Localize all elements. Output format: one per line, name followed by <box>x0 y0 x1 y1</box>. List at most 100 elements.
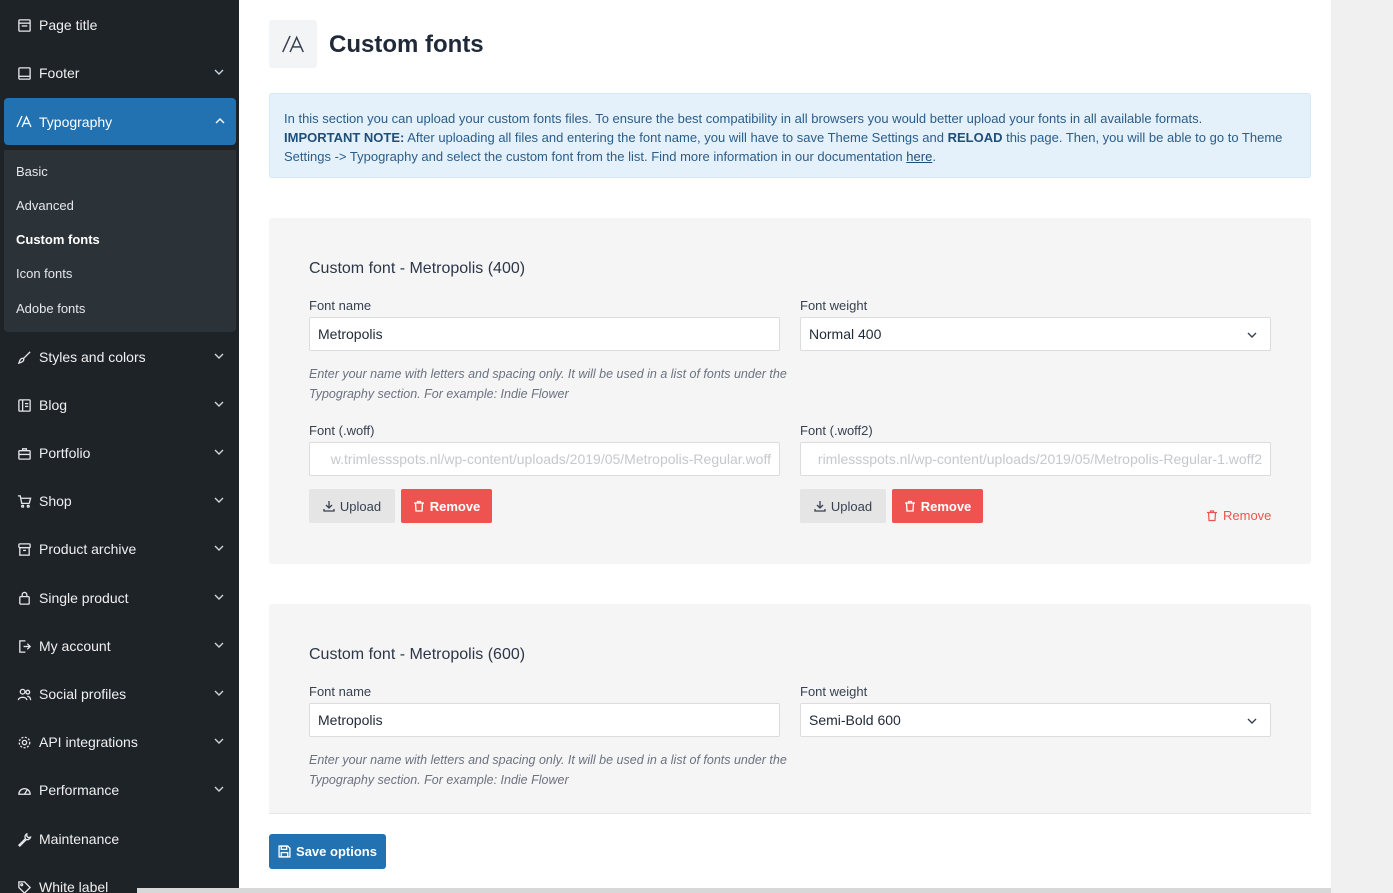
sidebar-item-typography[interactable]: Typography <box>4 98 236 145</box>
sidebar-item-label: Product archive <box>39 541 137 557</box>
wrench-icon <box>16 831 32 847</box>
chevron-down-icon <box>214 690 224 696</box>
woff-upload-button[interactable]: Upload <box>309 489 395 523</box>
sidebar-item-page-title[interactable]: Page title <box>0 5 239 45</box>
bag-icon <box>16 590 32 606</box>
sidebar-item-label: Footer <box>39 65 80 81</box>
notice-text: In this section you can upload your cust… <box>284 111 1203 126</box>
font-weight-select[interactable]: Semi-Bold 600 <box>800 703 1271 737</box>
sidebar-item-maintenance[interactable]: Maintenance <box>0 819 239 859</box>
sidebar-item-portfolio[interactable]: Portfolio <box>0 433 239 473</box>
submenu-item-advanced[interactable]: Advanced <box>16 198 74 213</box>
woff2-remove-button[interactable]: Remove <box>892 489 983 523</box>
sidebar-item-label: White label <box>39 879 109 893</box>
submenu-item-adobe-fonts[interactable]: Adobe fonts <box>16 301 85 316</box>
archive-icon <box>16 541 32 557</box>
notice-text: . <box>932 149 936 164</box>
chevron-down-icon <box>1247 718 1257 724</box>
submenu-item-basic[interactable]: Basic <box>16 164 48 179</box>
sidebar-item-styles-and-colors[interactable]: Styles and colors <box>0 337 239 377</box>
sidebar-item-my-account[interactable]: My account <box>0 626 239 666</box>
page-icon <box>16 17 32 33</box>
sidebar-item-single-product[interactable]: Single product <box>0 578 239 618</box>
sidebar-item-label: Social profiles <box>39 686 127 702</box>
tag-icon <box>16 879 32 893</box>
woff2-label: Font (.woff2) <box>800 423 873 438</box>
save-options-button[interactable]: Save options <box>269 834 386 869</box>
woff2-url-input[interactable]: rimlessspots.nl/wp-content/uploads/2019/… <box>800 442 1271 476</box>
sidebar: Page title Footer Typography Basic Advan… <box>0 0 239 893</box>
notice-text: After uploading all files and entering t… <box>404 130 948 145</box>
horizontal-scrollbar[interactable] <box>137 888 1331 893</box>
woff-label: Font (.woff) <box>309 423 375 438</box>
documentation-link[interactable]: here <box>906 149 932 164</box>
briefcase-icon <box>16 445 32 461</box>
font-name-hint: Enter your name with letters and spacing… <box>309 753 787 787</box>
footer-icon <box>16 65 32 81</box>
sidebar-item-product-archive[interactable]: Product archive <box>0 529 239 569</box>
gauge-icon <box>16 782 32 798</box>
download-icon <box>323 501 335 512</box>
sidebar-item-shop[interactable]: Shop <box>0 481 239 521</box>
font-weight-label: Font weight <box>800 298 868 313</box>
save-bar <box>269 813 1311 893</box>
typography-submenu: Basic Advanced Custom fonts Icon fonts A… <box>4 150 236 332</box>
users-icon <box>16 686 32 702</box>
remove-font-link[interactable]: Remove <box>1206 508 1271 523</box>
card-title: Custom font - Metropolis (600) <box>309 646 526 663</box>
font-name-label: Font name <box>309 298 372 313</box>
sidebar-item-performance[interactable]: Performance <box>0 770 239 810</box>
sidebar-item-footer[interactable]: Footer <box>0 53 239 93</box>
font-weight-value: Semi-Bold 600 <box>809 712 901 728</box>
trash-icon <box>413 500 424 512</box>
login-icon <box>16 638 32 654</box>
trash-icon <box>904 500 915 512</box>
info-notice: In this section you can upload your cust… <box>269 93 1311 178</box>
sidebar-item-label: Portfolio <box>39 445 91 461</box>
page-title: Custom fonts <box>329 31 484 58</box>
font-name-label: Font name <box>309 684 372 699</box>
sidebar-item-social-profiles[interactable]: Social profiles <box>0 674 239 714</box>
chevron-down-icon <box>214 497 224 503</box>
sidebar-item-api-integrations[interactable]: API integrations <box>0 722 239 762</box>
save-icon <box>278 845 291 858</box>
notice-important: IMPORTANT NOTE: <box>284 130 405 145</box>
font-name-hint: Enter your name with letters and spacing… <box>309 367 787 401</box>
font-name-input[interactable]: Metropolis <box>309 703 780 737</box>
sidebar-item-label: API integrations <box>39 734 138 750</box>
chevron-down-icon <box>214 449 224 455</box>
save-label: Save options <box>296 844 377 859</box>
sidebar-item-label: Typography <box>39 113 113 130</box>
gear-icon <box>16 734 32 750</box>
card-title: Custom font - Metropolis (400) <box>309 260 526 277</box>
sidebar-item-blog[interactable]: Blog <box>0 385 239 425</box>
chevron-down-icon <box>214 738 224 744</box>
woff2-upload-button[interactable]: Upload <box>800 489 886 523</box>
sidebar-item-label: Blog <box>39 397 68 413</box>
sidebar-item-label: Maintenance <box>39 831 120 847</box>
chevron-down-icon <box>214 545 224 551</box>
typography-icon <box>16 114 32 130</box>
font-weight-value: Normal 400 <box>809 326 882 342</box>
main-content: Custom fonts In this section you can upl… <box>239 0 1331 893</box>
remove-font-label: Remove <box>1223 508 1272 523</box>
cart-icon <box>16 493 32 509</box>
sidebar-item-label: My account <box>39 638 111 654</box>
woff-remove-button[interactable]: Remove <box>401 489 492 523</box>
chevron-down-icon <box>214 786 224 792</box>
custom-font-card: Custom font - Metropolis (400) Font name… <box>269 218 1311 564</box>
submenu-item-custom-fonts[interactable]: Custom fonts <box>16 232 100 247</box>
sidebar-item-label: Single product <box>39 590 129 606</box>
chevron-down-icon <box>214 594 224 600</box>
chevron-down-icon <box>1247 332 1257 338</box>
font-name-input[interactable]: Metropolis <box>309 317 780 351</box>
font-weight-select[interactable]: Normal 400 <box>800 317 1271 351</box>
trash-icon <box>1207 510 1217 522</box>
notice-reload: RELOAD <box>947 130 1003 145</box>
sidebar-item-label: Performance <box>39 782 120 798</box>
woff-url-input[interactable]: w.trimlessspots.nl/wp-content/uploads/20… <box>309 442 780 476</box>
remove-label: Remove <box>429 498 481 514</box>
chevron-down-icon <box>214 642 224 648</box>
sidebar-item-label: Styles and colors <box>39 349 146 365</box>
submenu-item-icon-fonts[interactable]: Icon fonts <box>16 266 72 281</box>
